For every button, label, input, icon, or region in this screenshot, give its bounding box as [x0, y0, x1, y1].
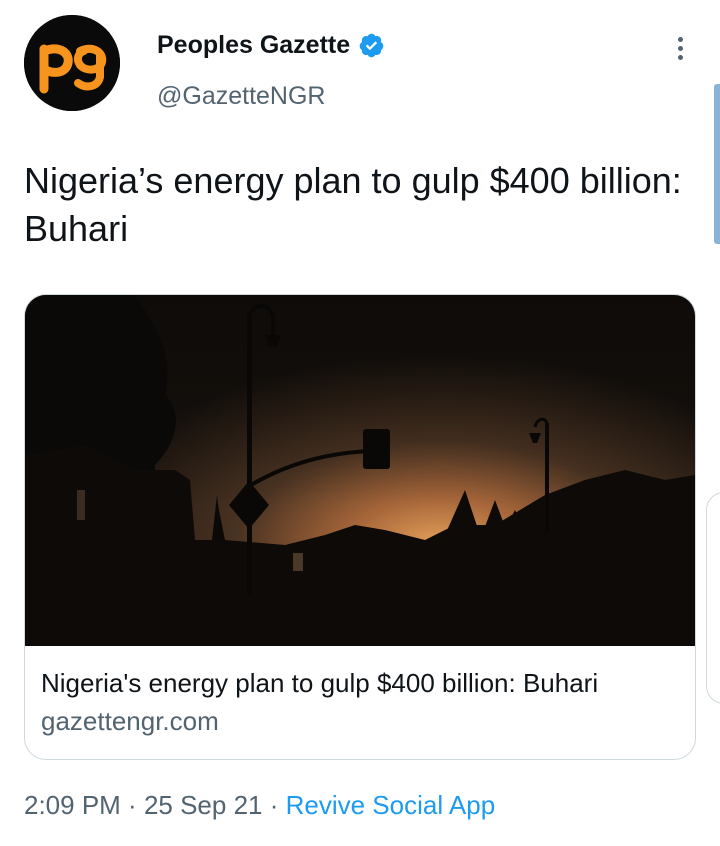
card-domain: gazettengr.com — [41, 706, 219, 736]
card-title: Nigeria's energy plan to gulp $400 billi… — [41, 668, 599, 698]
author-display-name[interactable]: Peoples Gazette — [157, 29, 350, 61]
tweet-time[interactable]: 2:09 PM — [24, 790, 121, 820]
tweet-text: Nigeria’s energy plan to gulp $400 billi… — [24, 160, 682, 249]
link-preview-card[interactable]: Nigeria's energy plan to gulp $400 billi… — [24, 294, 696, 760]
author-handle[interactable]: @GazetteNGR — [157, 80, 325, 112]
tweet-date[interactable]: 25 Sep 21 — [144, 790, 263, 820]
side-panel-handle[interactable] — [706, 492, 720, 704]
pg-logo-icon — [24, 15, 120, 111]
verified-badge-icon — [359, 33, 384, 57]
meta-separator: · — [120, 790, 144, 820]
tweet-meta: 2:09 PM · 25 Sep 21 · Revive Social App — [24, 788, 495, 822]
meta-separator: · — [262, 790, 286, 820]
avatar[interactable] — [24, 15, 120, 111]
author-name-row: Peoples Gazette — [157, 29, 385, 61]
more-options-button[interactable] — [666, 30, 694, 66]
more-vertical-icon — [677, 36, 683, 42]
scrollbar[interactable] — [714, 84, 720, 244]
card-image — [25, 295, 695, 646]
tweet-source-link[interactable]: Revive Social App — [286, 790, 496, 820]
